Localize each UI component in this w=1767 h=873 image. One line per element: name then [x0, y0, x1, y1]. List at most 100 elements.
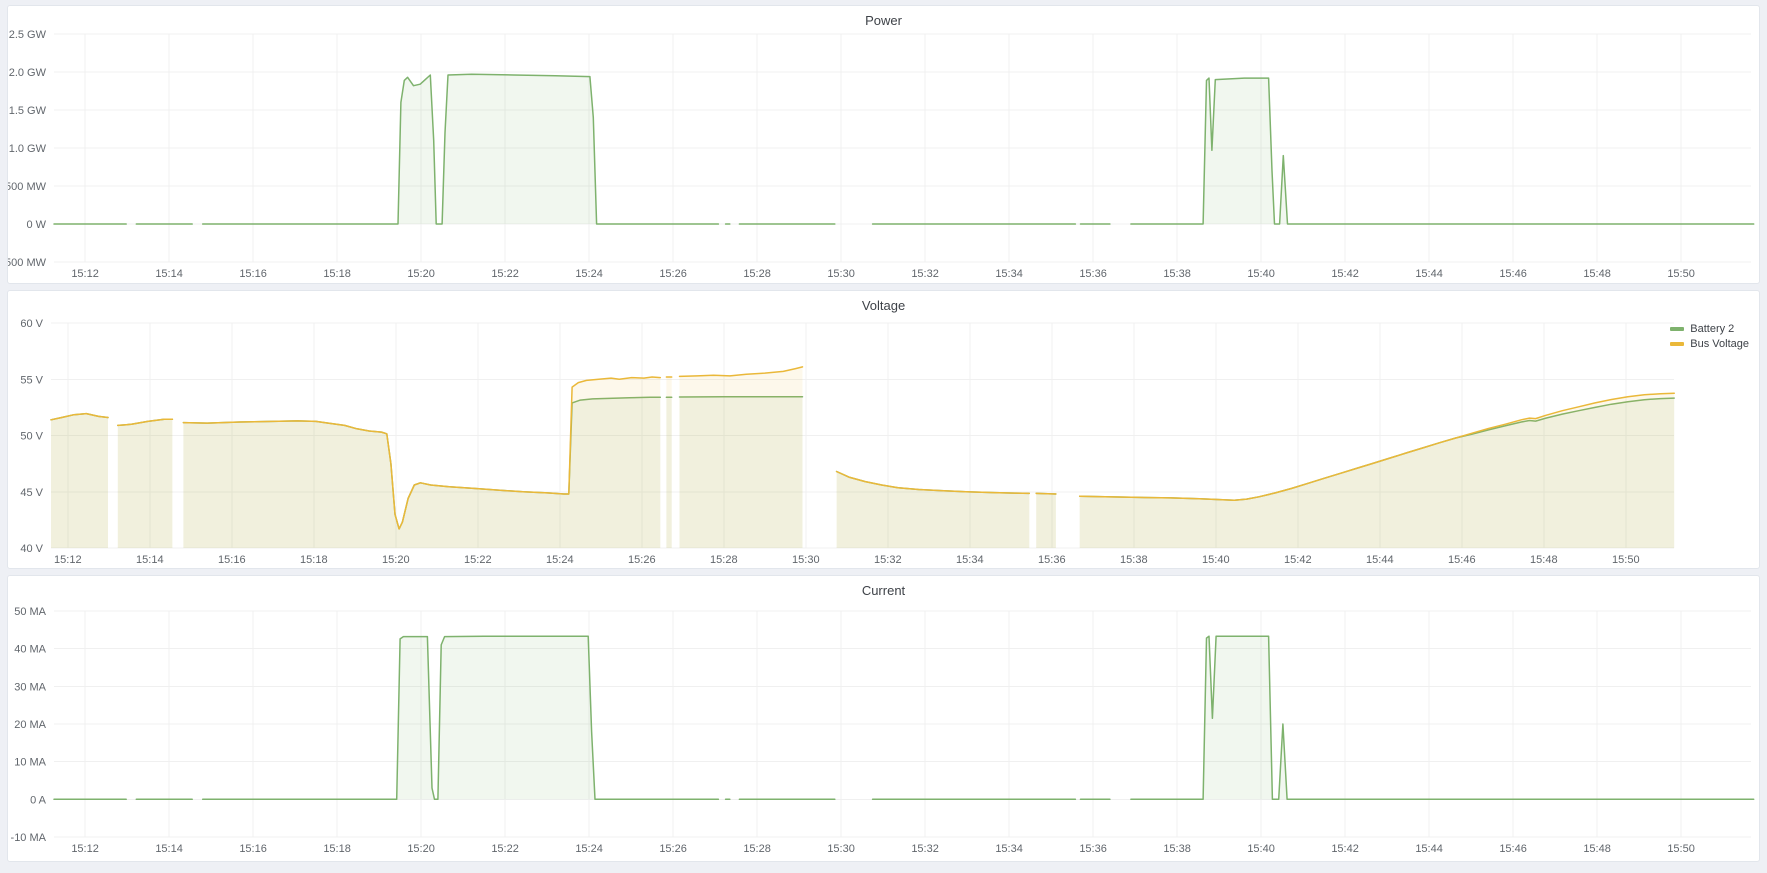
x-axis-tick-label: 15:16 [218, 554, 246, 566]
x-axis-tick-label: 15:22 [491, 843, 519, 855]
y-axis-tick-label: 0 A [30, 794, 47, 806]
x-axis-tick-label: 15:16 [239, 843, 267, 855]
series-area [203, 636, 719, 799]
x-axis-tick-label: 15:46 [1448, 554, 1476, 566]
legend-item-battery-2[interactable]: Battery 2 [1670, 321, 1749, 336]
power-chart[interactable]: 2.5 GW2.0 GW1.5 GW1.0 GW500 MW0 W-500 MW… [8, 6, 1759, 283]
x-axis-tick-label: 15:36 [1079, 843, 1107, 855]
x-axis-tick-label: 15:36 [1038, 554, 1066, 566]
current-chart[interactable]: 50 MA40 MA30 MA20 MA10 MA0 A-10 MA15:121… [8, 576, 1759, 861]
x-axis-tick-label: 15:28 [743, 268, 771, 280]
legend-item-bus-voltage[interactable]: Bus Voltage [1670, 336, 1749, 351]
legend-label: Battery 2 [1690, 323, 1734, 335]
x-axis-tick-label: 15:40 [1247, 843, 1275, 855]
x-axis-tick-label: 15:28 [743, 843, 771, 855]
x-axis-tick-label: 15:24 [546, 554, 574, 566]
x-axis-tick-label: 15:48 [1530, 554, 1558, 566]
x-axis-tick-label: 15:36 [1079, 268, 1107, 280]
y-axis-tick-label: 55 V [20, 374, 43, 386]
x-axis-tick-label: 15:20 [382, 554, 410, 566]
x-axis-tick-label: 15:30 [827, 843, 855, 855]
series-area [1131, 636, 1754, 799]
x-axis-tick-label: 15:22 [491, 268, 519, 280]
x-axis-tick-label: 15:24 [575, 843, 603, 855]
x-axis-tick-label: 15:48 [1583, 843, 1611, 855]
series-area [1131, 78, 1754, 224]
x-axis-tick-label: 15:44 [1415, 268, 1443, 280]
x-axis-tick-label: 15:34 [995, 843, 1023, 855]
y-axis-tick-label: 40 V [20, 543, 43, 555]
x-axis-tick-label: 15:26 [659, 268, 687, 280]
panel-current-title[interactable]: Current [8, 576, 1759, 600]
x-axis-tick-label: 15:32 [874, 554, 902, 566]
series-area [183, 377, 660, 548]
x-axis-tick-label: 15:50 [1667, 843, 1695, 855]
x-axis-tick-label: 15:32 [911, 268, 939, 280]
x-axis-tick-label: 15:24 [575, 268, 603, 280]
x-axis-tick-label: 15:42 [1331, 843, 1359, 855]
x-axis-tick-label: 15:50 [1667, 268, 1695, 280]
x-axis-tick-label: 15:12 [54, 554, 82, 566]
y-axis-tick-label: 0 W [26, 219, 46, 231]
x-axis-tick-label: 15:14 [155, 843, 183, 855]
y-axis-tick-label: 60 V [20, 318, 43, 330]
series-area [680, 367, 803, 548]
series-line [1036, 493, 1056, 494]
x-axis-tick-label: 15:20 [407, 843, 435, 855]
x-axis-tick-label: 15:14 [155, 268, 183, 280]
x-axis-tick-label: 15:34 [995, 268, 1023, 280]
series-area [1036, 493, 1056, 548]
x-axis-tick-label: 15:16 [239, 268, 267, 280]
series-area [1080, 393, 1675, 548]
x-axis-tick-label: 15:18 [323, 843, 351, 855]
x-axis-tick-label: 15:18 [300, 554, 328, 566]
x-axis-tick-label: 15:28 [710, 554, 738, 566]
voltage-chart[interactable]: 60 V 55 V 50 V 45 V 40 V 15:12 15:14 15:16 15:18… [8, 291, 1759, 568]
panel-power-title[interactable]: Power [8, 6, 1759, 30]
voltage-legend: Battery 2Bus Voltage [1670, 321, 1749, 351]
series-area [51, 414, 108, 548]
y-axis-tick-label: 50 V [20, 431, 43, 443]
x-axis-tick-label: 15:30 [827, 268, 855, 280]
x-axis-tick-label: 15:12 [71, 843, 99, 855]
panel-voltage-title[interactable]: Voltage [8, 291, 1759, 315]
x-axis-tick-label: 15:14 [136, 554, 164, 566]
panel-current: Current 50 MA40 MA30 MA20 MA10 MA0 A-10 … [7, 575, 1760, 862]
y-axis-tick-label: 2.5 GW [9, 29, 47, 41]
x-axis-tick-label: 15:46 [1499, 843, 1527, 855]
x-axis-tick-label: 15:18 [323, 268, 351, 280]
x-axis-tick-label: 15:20 [407, 268, 435, 280]
x-axis-tick-label: 15:42 [1284, 554, 1312, 566]
x-axis-tick-label: 15:12 [71, 268, 99, 280]
y-axis-tick-label: 2.0 GW [9, 67, 47, 79]
series-area [666, 377, 671, 548]
series-area [118, 419, 173, 548]
series-area [203, 74, 719, 224]
panel-voltage: Voltage 60 V 55 V 50 V 45 V 40 V 15:12 15:14 15… [7, 290, 1760, 569]
x-axis-tick-label: 15:22 [464, 554, 492, 566]
x-axis-tick-label: 15:34 [956, 554, 984, 566]
y-axis-tick-label: 10 MA [14, 757, 46, 769]
x-axis-tick-label: 15:40 [1202, 554, 1230, 566]
x-axis-tick-label: 15:44 [1415, 843, 1443, 855]
y-axis-tick-label: -10 MA [11, 832, 47, 844]
y-axis-tick-label: 40 MA [14, 644, 46, 656]
y-axis-tick-label: -500 MW [8, 257, 47, 269]
legend-swatch-icon [1670, 342, 1684, 346]
x-axis-tick-label: 15:26 [659, 843, 687, 855]
x-axis-tick-label: 15:46 [1499, 268, 1527, 280]
y-axis-tick-label: 45 V [20, 487, 43, 499]
x-axis-tick-label: 15:40 [1247, 268, 1275, 280]
y-axis-tick-label: 500 MW [8, 181, 47, 193]
legend-swatch-icon [1670, 327, 1684, 331]
x-axis-tick-label: 15:48 [1583, 268, 1611, 280]
x-axis-tick-label: 15:44 [1366, 554, 1394, 566]
x-axis-tick-label: 15:38 [1120, 554, 1148, 566]
x-axis-tick-label: 15:32 [911, 843, 939, 855]
x-axis-tick-label: 15:38 [1163, 268, 1191, 280]
x-axis-tick-label: 15:30 [792, 554, 820, 566]
x-axis-tick-label: 15:26 [628, 554, 656, 566]
y-axis-tick-label: 1.0 GW [9, 143, 47, 155]
y-axis-tick-label: 50 MA [14, 606, 46, 618]
series-area [837, 472, 1030, 549]
